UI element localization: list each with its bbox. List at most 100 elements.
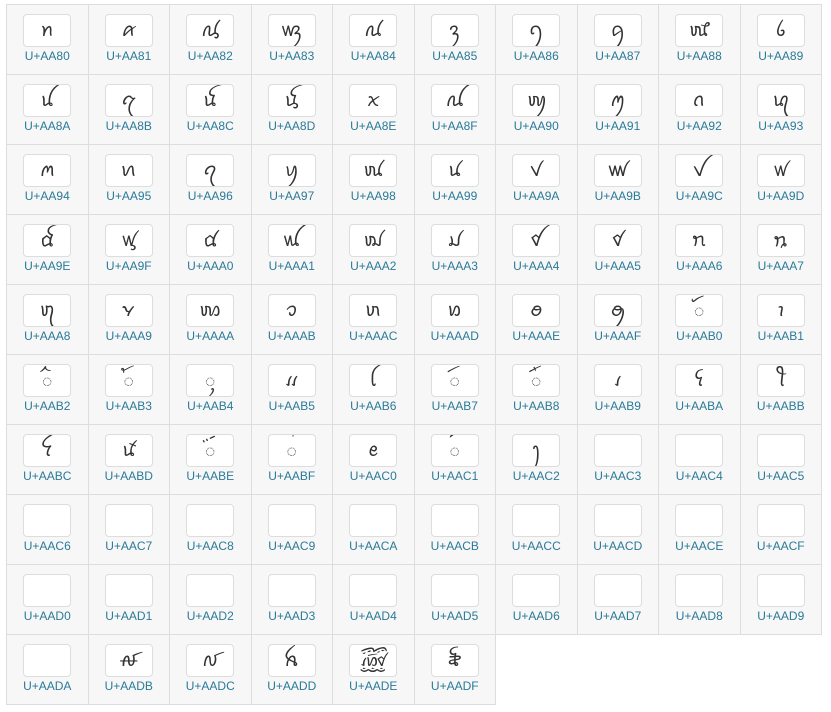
character-cell[interactable]: ꪾ U+AABE: [170, 425, 252, 495]
codepoint-label: U+AAB6: [350, 399, 397, 413]
character-cell[interactable]: ꪦ U+AAA6: [659, 215, 741, 285]
character-cell[interactable]: ꫁ U+AAC1: [414, 425, 496, 495]
character-cell[interactable]: ꪍ U+AA8D: [251, 75, 333, 145]
character-cell[interactable]: ꫞ U+AADE: [333, 635, 415, 705]
character-cell[interactable]: ꪶ U+AAB6: [333, 355, 415, 425]
character-cell[interactable]: U+AAD0: [7, 565, 89, 635]
character-cell[interactable]: ꫛ U+AADB: [88, 635, 170, 705]
character-cell[interactable]: ꫀ U+AAC0: [333, 425, 415, 495]
codepoint-label: U+AA85: [432, 49, 478, 63]
character-cell[interactable]: U+AAD7: [577, 565, 659, 635]
character-cell[interactable]: U+AAC7: [88, 495, 170, 565]
character-cell[interactable]: ꪌ U+AA8C: [170, 75, 252, 145]
character-cell[interactable]: ꪚ U+AA9A: [496, 145, 578, 215]
character-cell[interactable]: ꪵ U+AAB5: [251, 355, 333, 425]
character-cell[interactable]: U+AACC: [496, 495, 578, 565]
character-cell[interactable]: ꪰ U+AAB0: [659, 285, 741, 355]
character-cell[interactable]: U+AAD4: [333, 565, 415, 635]
character-cell[interactable]: ꪯ U+AAAF: [577, 285, 659, 355]
character-cell[interactable]: ꪔ U+AA94: [7, 145, 89, 215]
character-cell[interactable]: ꪂ U+AA82: [170, 5, 252, 75]
character-cell[interactable]: ꪺ U+AABA: [659, 355, 741, 425]
character-cell[interactable]: ꪽ U+AABD: [88, 425, 170, 495]
character-cell[interactable]: ꫟ U+AADF: [414, 635, 496, 705]
character-cell[interactable]: U+AAC4: [659, 425, 741, 495]
character-cell[interactable]: ꪁ U+AA81: [88, 5, 170, 75]
character-cell[interactable]: U+AACE: [659, 495, 741, 565]
character-cell[interactable]: U+AAC3: [577, 425, 659, 495]
character-cell[interactable]: ꪹ U+AAB9: [577, 355, 659, 425]
character-cell[interactable]: ꪲ U+AAB2: [7, 355, 89, 425]
character-cell[interactable]: U+AAC6: [7, 495, 89, 565]
character-cell[interactable]: ꪟ U+AA9F: [88, 215, 170, 285]
character-cell[interactable]: U+AAD3: [251, 565, 333, 635]
character-cell[interactable]: ꪃ U+AA83: [251, 5, 333, 75]
character-cell[interactable]: ꪗ U+AA97: [251, 145, 333, 215]
character-cell[interactable]: U+AAC9: [251, 495, 333, 565]
character-cell[interactable]: ꪋ U+AA8B: [88, 75, 170, 145]
character-cell[interactable]: ꪤ U+AAA4: [496, 215, 578, 285]
character-cell[interactable]: ꪬ U+AAAC: [333, 285, 415, 355]
character-cell[interactable]: U+AACD: [577, 495, 659, 565]
character-cell[interactable]: ꫝ U+AADD: [251, 635, 333, 705]
character-cell[interactable]: ꪒ U+AA92: [659, 75, 741, 145]
character-cell[interactable]: ꪢ U+AAA2: [333, 215, 415, 285]
character-cell[interactable]: ꪣ U+AAA3: [414, 215, 496, 285]
character-cell[interactable]: U+AAD5: [414, 565, 496, 635]
character-cell[interactable]: ꪧ U+AAA7: [740, 215, 822, 285]
character-cell[interactable]: U+AAC8: [170, 495, 252, 565]
character-cell[interactable]: U+AAC5: [740, 425, 822, 495]
character-cell[interactable]: ꪩ U+AAA9: [88, 285, 170, 355]
character-cell[interactable]: ꪈ U+AA88: [659, 5, 741, 75]
character-cell[interactable]: ꪨ U+AAA8: [7, 285, 89, 355]
character-cell[interactable]: ꪜ U+AA9C: [659, 145, 741, 215]
character-cell[interactable]: ꪕ U+AA95: [88, 145, 170, 215]
character-cell[interactable]: ꪻ U+AABB: [740, 355, 822, 425]
character-cell[interactable]: ꪖ U+AA96: [170, 145, 252, 215]
codepoint-label: U+AABE: [186, 469, 235, 483]
character-cell[interactable]: U+AAD1: [88, 565, 170, 635]
character-cell[interactable]: ꪷ U+AAB7: [414, 355, 496, 425]
character-cell[interactable]: ꪱ U+AAB1: [740, 285, 822, 355]
character-cell[interactable]: ꪘ U+AA98: [333, 145, 415, 215]
character-cell[interactable]: ꪅ U+AA85: [414, 5, 496, 75]
character-cell[interactable]: U+AACB: [414, 495, 496, 565]
character-cell[interactable]: U+AAD6: [496, 565, 578, 635]
character-cell[interactable]: ꪀ U+AA80: [7, 5, 89, 75]
character-cell[interactable]: ꪸ U+AAB8: [496, 355, 578, 425]
character-cell[interactable]: ꪮ U+AAAE: [496, 285, 578, 355]
character-cell[interactable]: ꪉ U+AA89: [740, 5, 822, 75]
character-cell[interactable]: ꪡ U+AAA1: [251, 215, 333, 285]
character-cell[interactable]: ꪝ U+AA9D: [740, 145, 822, 215]
character-cell[interactable]: ꪆ U+AA86: [496, 5, 578, 75]
character-cell[interactable]: U+AAD8: [659, 565, 741, 635]
character-cell[interactable]: ꪠ U+AAA0: [170, 215, 252, 285]
character-cell[interactable]: ꪪ U+AAAA: [170, 285, 252, 355]
character-cell[interactable]: ꪞ U+AA9E: [7, 215, 89, 285]
character-cell[interactable]: ꪿ U+AABF: [251, 425, 333, 495]
character-cell[interactable]: ꪳ U+AAB3: [88, 355, 170, 425]
character-cell[interactable]: ꪏ U+AA8F: [414, 75, 496, 145]
character-cell[interactable]: U+AADA: [7, 635, 89, 705]
character-cell[interactable]: U+AAD2: [170, 565, 252, 635]
character-cell[interactable]: ꪛ U+AA9B: [577, 145, 659, 215]
character-cell[interactable]: U+AACF: [740, 495, 822, 565]
character-cell[interactable]: ꪭ U+AAAD: [414, 285, 496, 355]
character-cell[interactable]: ꪊ U+AA8A: [7, 75, 89, 145]
character-cell[interactable]: ꪫ U+AAAB: [251, 285, 333, 355]
codepoint-label: U+AAD6: [512, 609, 560, 623]
character-cell[interactable]: ꪐ U+AA90: [496, 75, 578, 145]
character-cell[interactable]: ꪑ U+AA91: [577, 75, 659, 145]
character-cell[interactable]: ꪓ U+AA93: [740, 75, 822, 145]
character-cell[interactable]: ꪄ U+AA84: [333, 5, 415, 75]
character-cell[interactable]: ꫂ U+AAC2: [496, 425, 578, 495]
character-cell[interactable]: U+AAD9: [740, 565, 822, 635]
character-cell[interactable]: ꪇ U+AA87: [577, 5, 659, 75]
character-cell[interactable]: U+AACA: [333, 495, 415, 565]
character-cell[interactable]: ꪎ U+AA8E: [333, 75, 415, 145]
character-cell[interactable]: ꫜ U+AADC: [170, 635, 252, 705]
character-cell[interactable]: ꪼ U+AABC: [7, 425, 89, 495]
character-cell[interactable]: ꪥ U+AAA5: [577, 215, 659, 285]
character-cell[interactable]: ꪴ U+AAB4: [170, 355, 252, 425]
character-cell[interactable]: ꪙ U+AA99: [414, 145, 496, 215]
